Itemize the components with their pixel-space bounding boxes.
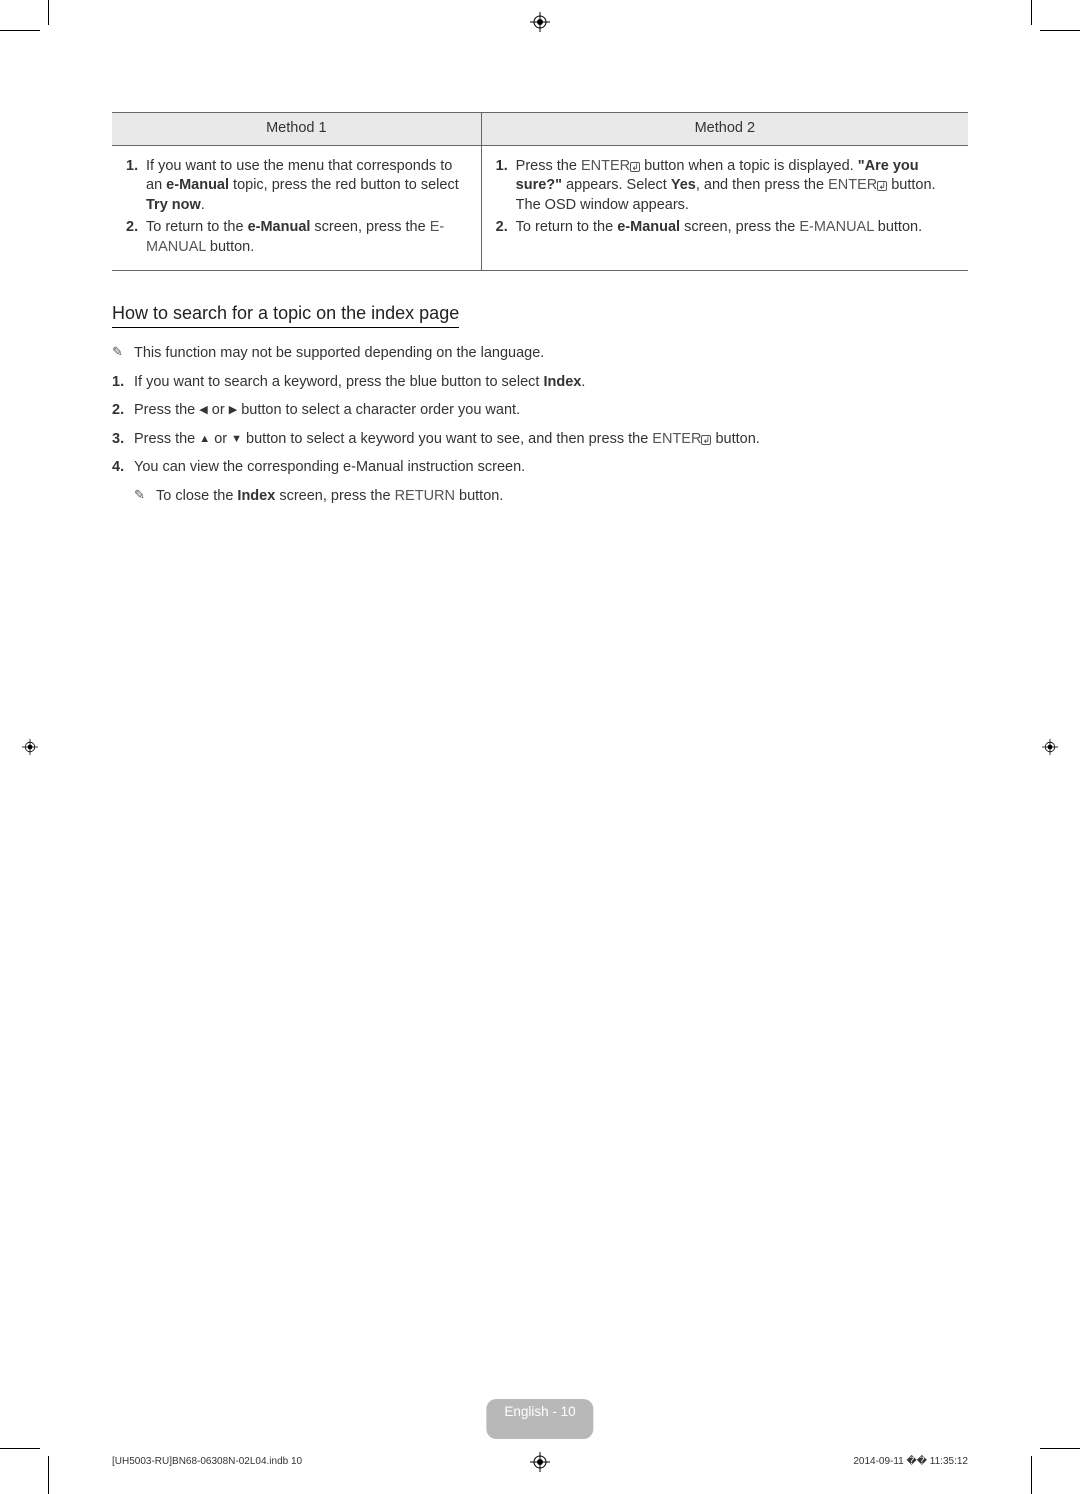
method2-header: Method 2 [481,113,968,146]
step-number: 3. [112,428,134,450]
step-number: 1. [496,157,516,216]
step-number: 2. [126,218,146,257]
page-number-badge: English - 10 [486,1399,593,1439]
registration-mark-icon [530,1452,550,1472]
step-text: To return to the e-Manual screen, press … [516,218,954,238]
note-icon: ✎ [134,485,156,507]
up-arrow-icon: ▲ [199,433,210,445]
method2-cell: 1. Press the ENTER button when a topic i… [481,145,968,271]
step-text: If you want to use the menu that corresp… [146,157,467,216]
crop-mark [1031,1456,1032,1494]
page-content: Method 1 Method 2 1. If you want to use … [112,112,968,507]
step-text: Press the ◀ or ▶ button to select a char… [134,399,968,421]
registration-mark-icon [530,12,550,32]
left-arrow-icon: ◀ [199,404,207,416]
step-number: 1. [126,157,146,216]
step-number: 2. [112,399,134,421]
right-arrow-icon: ▶ [229,404,237,416]
footer-right: 2014-09-11 �� 11:35:12 [853,1456,968,1467]
step-text: To return to the e-Manual screen, press … [146,218,467,257]
crop-mark [1040,30,1080,31]
method1-header: Method 1 [112,113,481,146]
step-text: If you want to search a keyword, press t… [134,371,968,393]
crop-mark [0,30,40,31]
note-text: This function may not be supported depen… [134,342,968,364]
step-text: Press the ▲ or ▼ button to select a keyw… [134,428,968,450]
enter-icon [877,181,887,191]
step-number: 2. [496,218,516,238]
enter-icon [701,435,711,445]
section-heading: How to search for a topic on the index p… [112,303,459,328]
method1-cell: 1. If you want to use the menu that corr… [112,145,481,271]
crop-mark [48,0,49,25]
crop-mark [0,1448,40,1449]
crop-mark [1031,0,1032,25]
step-text: Press the ENTER button when a topic is d… [516,157,954,216]
footer-left: [UH5003-RU]BN68-06308N-02L04.indb 10 [112,1456,302,1467]
sub-note-text: To close the Index screen, press the RET… [156,485,968,507]
note-icon: ✎ [112,342,134,364]
step-text: You can view the corresponding e-Manual … [134,456,968,478]
step-number: 1. [112,371,134,393]
down-arrow-icon: ▼ [231,433,242,445]
step-number: 4. [112,456,134,478]
body-list: ✎ This function may not be supported dep… [112,342,968,507]
registration-mark-icon [22,739,38,755]
registration-mark-icon [1042,739,1058,755]
crop-mark [1040,1448,1080,1449]
methods-table: Method 1 Method 2 1. If you want to use … [112,112,968,271]
enter-icon [630,162,640,172]
crop-mark [48,1456,49,1494]
